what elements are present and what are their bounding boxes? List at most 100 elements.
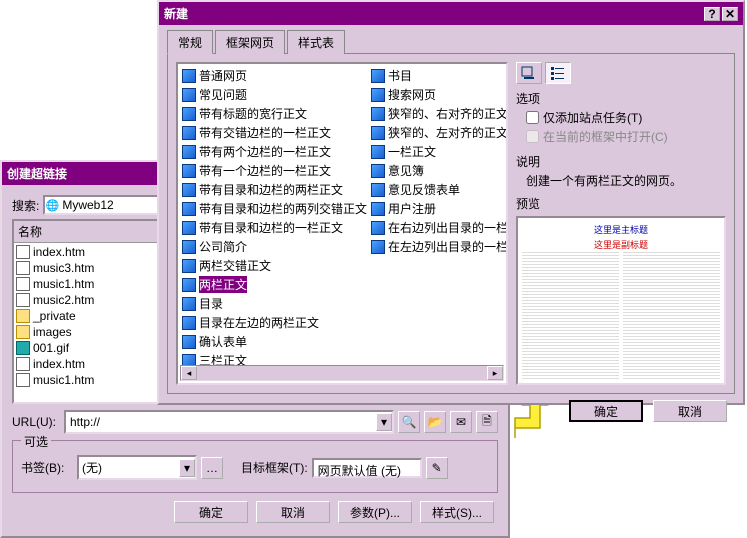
template-item[interactable]: 两栏正文 (180, 275, 369, 294)
optional-legend: 可选 (21, 433, 51, 450)
template-item[interactable]: 在右边列出目录的一栏 (369, 218, 508, 237)
new-cancel-button[interactable]: 取消 (653, 400, 727, 422)
template-icon (182, 107, 196, 121)
template-label: 目录 (199, 295, 223, 312)
large-icon-icon (521, 66, 537, 80)
preview-column-left (522, 252, 619, 379)
template-item[interactable]: 一栏正文 (369, 142, 508, 161)
bookmark-combo[interactable]: (无) ▾ (77, 455, 197, 480)
description-text: 创建一个有两栏正文的网页。 (526, 172, 726, 189)
template-label: 带有目录和边栏的两列交错正文 (199, 200, 367, 217)
template-item[interactable]: 狭窄的、右对齐的正文 (369, 104, 508, 123)
template-label: 狭窄的、左对齐的正文 (388, 124, 508, 141)
template-icon (182, 88, 196, 102)
template-item[interactable]: 带有目录和边栏的两栏正文 (180, 180, 369, 199)
help-button[interactable]: ? (704, 7, 720, 21)
template-label: 带有目录和边栏的一栏正文 (199, 219, 343, 236)
preview-pane: 这里是主标题 这里是副标题 (516, 216, 726, 385)
template-label: 公司简介 (199, 238, 247, 255)
template-label: 两栏正文 (199, 276, 247, 293)
template-item[interactable]: 用户注册 (369, 199, 508, 218)
new-title: 新建 (164, 5, 188, 22)
view-large-icons-button[interactable] (516, 62, 542, 84)
doc-icon (16, 261, 30, 275)
template-item[interactable]: 带有交错边栏的一栏正文 (180, 123, 369, 142)
new-tabs: 常规 框架网页 样式表 (167, 29, 735, 54)
template-icon (182, 202, 196, 216)
style-button[interactable]: 样式(S)... (420, 501, 494, 523)
template-item[interactable]: 普通网页 (180, 66, 369, 85)
template-item[interactable]: 公司简介 (180, 237, 369, 256)
params-button[interactable]: 参数(P)... (338, 501, 412, 523)
scroll-right-icon[interactable]: ▸ (487, 366, 503, 380)
template-icon (182, 164, 196, 178)
preview-column-right (623, 252, 720, 379)
scroll-left-icon[interactable]: ◂ (181, 366, 197, 380)
template-item[interactable]: 在左边列出目录的一栏 (369, 237, 508, 256)
template-icon (182, 126, 196, 140)
tab-frame[interactable]: 框架网页 (215, 30, 285, 54)
preview-title-text: 这里是主标题 (594, 223, 648, 236)
option-open-in-frame: 在当前的框架中打开(C) (526, 128, 726, 145)
template-icon (371, 164, 385, 178)
file-name: music1.htm (33, 277, 94, 291)
template-item[interactable]: 意见簿 (369, 161, 508, 180)
bookmark-browse-button[interactable]: … (201, 457, 223, 479)
file-name: music1.htm (33, 373, 94, 387)
file-name: 001.gif (33, 341, 69, 355)
template-item[interactable]: 带有一个边栏的一栏正文 (180, 161, 369, 180)
doc-icon (16, 373, 30, 387)
template-scrollbar[interactable]: ◂ ▸ (180, 365, 504, 381)
template-icon (371, 240, 385, 254)
template-label: 带有一个边栏的一栏正文 (199, 162, 331, 179)
template-item[interactable]: 常见问题 (180, 85, 369, 104)
template-item[interactable]: 目录 (180, 294, 369, 313)
template-icon (371, 221, 385, 235)
template-label: 普通网页 (199, 67, 247, 84)
template-list[interactable]: 普通网页常见问题带有标题的宽行正文带有交错边栏的一栏正文带有两个边栏的一栏正文带… (176, 62, 508, 385)
folder-icon (16, 309, 30, 323)
template-label: 带有交错边栏的一栏正文 (199, 124, 331, 141)
search-label: 搜索: (12, 197, 39, 214)
option-add-task-checkbox[interactable] (526, 111, 539, 124)
doc-icon (16, 357, 30, 371)
template-item[interactable]: 带有两个边栏的一栏正文 (180, 142, 369, 161)
template-label: 在左边列出目录的一栏 (388, 238, 508, 255)
file-name: images (33, 325, 72, 339)
close-button[interactable]: ✕ (722, 7, 738, 21)
template-icon (371, 69, 385, 83)
file-name: music3.htm (33, 261, 94, 275)
cancel-button[interactable]: 取消 (256, 501, 330, 523)
template-label: 在右边列出目录的一栏 (388, 219, 508, 236)
target-frame-browse-button[interactable]: ✎ (426, 457, 448, 479)
new-dialog: 新建 ? ✕ 常规 框架网页 样式表 普通网页常见问题带有标题的宽行正文带有交错… (157, 0, 745, 405)
file-name: index.htm (33, 357, 85, 371)
template-item[interactable]: 书目 (369, 66, 508, 85)
template-label: 带有目录和边栏的两栏正文 (199, 181, 343, 198)
hyperlink-title: 创建超链接 (7, 165, 67, 182)
ok-button[interactable]: 确定 (174, 501, 248, 523)
template-label: 目录在左边的两栏正文 (199, 314, 319, 331)
template-icon (371, 145, 385, 159)
template-item[interactable]: 带有目录和边栏的两列交错正文 (180, 199, 369, 218)
chevron-down-icon[interactable]: ▾ (179, 459, 195, 477)
template-item[interactable]: 狭窄的、左对齐的正文 (369, 123, 508, 142)
template-item[interactable]: 两栏交错正文 (180, 256, 369, 275)
doc-icon (16, 277, 30, 291)
template-item[interactable]: 带有标题的宽行正文 (180, 104, 369, 123)
template-icon (182, 335, 196, 349)
template-item[interactable]: 确认表单 (180, 332, 369, 351)
template-item[interactable]: 目录在左边的两栏正文 (180, 313, 369, 332)
template-item[interactable]: 搜索网页 (369, 85, 508, 104)
template-label: 意见簿 (388, 162, 424, 179)
template-icon (182, 316, 196, 330)
tab-stylesheet[interactable]: 样式表 (287, 30, 345, 54)
new-ok-button[interactable]: 确定 (569, 400, 643, 422)
template-item[interactable]: 意见反馈表单 (369, 180, 508, 199)
option-add-task[interactable]: 仅添加站点任务(T) (526, 109, 726, 126)
tab-general[interactable]: 常规 (167, 30, 213, 54)
bookmark-value: (无) (79, 457, 179, 478)
template-item[interactable]: 带有目录和边栏的一栏正文 (180, 218, 369, 237)
template-label: 书目 (388, 67, 412, 84)
view-list-button[interactable] (545, 62, 571, 84)
